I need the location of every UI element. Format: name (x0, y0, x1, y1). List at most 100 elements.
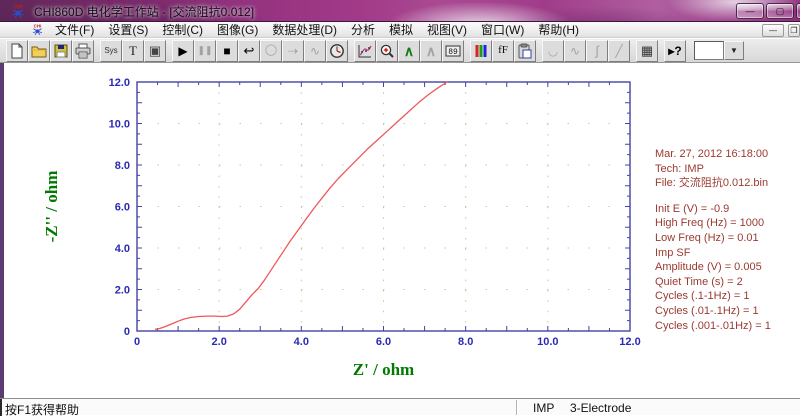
menu-item-7[interactable]: 视图(V) (420, 22, 474, 38)
pause-button: ❚❚ (194, 39, 216, 62)
color-legend-button[interactable] (470, 39, 492, 62)
x-tick-label: 4.0 (294, 336, 309, 348)
zoom-in-icon (379, 43, 395, 59)
system-setup-icon: Sys (104, 45, 118, 55)
y-tick-label: 6.0 (115, 202, 130, 214)
data-readout-icon (445, 43, 461, 59)
mdi-minimize-icon: — (769, 26, 777, 35)
info-param-line-5: Quiet Time (s) = 2 (655, 275, 743, 288)
status-help-text: 按F1获得帮助 (5, 403, 80, 417)
reverse-scan-button[interactable]: ↩ (238, 39, 260, 62)
data-grid-icon: ▦ (640, 43, 654, 58)
data-grid-button[interactable]: ▦ (636, 39, 658, 62)
menu-item-2[interactable]: 控制(C) (155, 22, 210, 38)
wave-control-button: ∿ (304, 39, 326, 62)
save-icon (53, 43, 69, 59)
peak-analysis-button[interactable]: ∧ (398, 39, 420, 62)
info-param-line-3: Imp SF (655, 246, 691, 259)
y-tick-label: 8.0 (115, 160, 130, 172)
cell-control-icon: ◯ (264, 44, 278, 56)
menu-item-5[interactable]: 分析 (344, 22, 382, 38)
menu-item-0[interactable]: 文件(F) (48, 22, 101, 38)
zoom-in-button[interactable] (376, 39, 398, 62)
derivative-button: ∿ (564, 39, 586, 62)
menu-bar: 文件(F) 设置(S) 控制(C) 图像(G) 数据处理(D) 分析 模拟 视图(V) 窗口(W… (0, 22, 800, 38)
info-header-line-1: Tech: IMP (655, 162, 704, 175)
x-axis-title: Z' / ohm (353, 360, 414, 379)
info-param-line-0: Init E (V) = -0.9 (655, 202, 730, 215)
mdi-restore-button[interactable]: ❐ (788, 24, 800, 37)
baseline-button: ╱ (608, 39, 630, 62)
peak-analysis-icon: ∧ (403, 42, 415, 59)
window-close-button[interactable] (796, 3, 800, 19)
scale-combo[interactable]: ▼ (694, 41, 744, 60)
y-tick-label: 10.0 (109, 119, 130, 131)
status-separator (516, 400, 517, 415)
stop-button[interactable]: ■ (216, 39, 238, 62)
menu-item-9[interactable]: 帮助(H) (531, 22, 586, 38)
x-tick-label: 2.0 (212, 336, 227, 348)
title-bar: CHI860D 电化学工作站 - [交流阻抗0.012] — ▢ (0, 0, 800, 22)
window-layout-button[interactable]: ▣ (144, 39, 166, 62)
window-title: CHI860D 电化学工作站 - [交流阻抗0.012] (34, 5, 255, 19)
menu-item-6[interactable]: 模拟 (382, 22, 420, 38)
mdi-minimize-button[interactable]: — (762, 24, 784, 37)
info-param-line-8: Cycles (.001-.01Hz) = 1 (655, 319, 771, 332)
app-logo-icon (11, 3, 25, 19)
open-file-button[interactable] (28, 39, 50, 62)
open-file-icon (31, 43, 47, 59)
run-experiment-icon: ▶ (178, 43, 188, 58)
step-function-icon: ⇢ (287, 43, 299, 58)
step-function-button: ⇢ (282, 39, 304, 62)
info-param-line-2: Low Freq (Hz) = 0.01 (655, 231, 759, 244)
window-maximize-button[interactable]: ▢ (766, 3, 794, 19)
baseline-icon: ╱ (615, 43, 623, 58)
y-tick-label: 4.0 (115, 243, 130, 255)
copy-to-clipboard-button[interactable] (514, 39, 536, 62)
present-data-plot-button[interactable] (354, 39, 376, 62)
menu-item-8[interactable]: 窗口(W) (474, 22, 531, 38)
scale-combo-field[interactable] (694, 41, 724, 60)
cell-control-button: ◯ (260, 39, 282, 62)
save-button[interactable] (50, 39, 72, 62)
print-icon (75, 43, 91, 59)
color-legend-icon (473, 43, 489, 59)
run-experiment-button[interactable]: ▶ (172, 39, 194, 62)
chevron-down-icon[interactable]: ▼ (724, 41, 744, 60)
status-technique: IMP (533, 401, 555, 415)
font-icon: fF (498, 44, 508, 56)
x-tick-label: 12.0 (619, 336, 640, 348)
menu-item-4[interactable]: 数据处理(D) (265, 22, 344, 38)
window-left-border (0, 63, 4, 415)
x-tick-label: 6.0 (376, 336, 391, 348)
reverse-scan-icon: ↩ (243, 43, 255, 58)
info-header-line-0: Mar. 27, 2012 16:18:00 (655, 148, 769, 160)
pause-icon: ❚❚ (197, 45, 213, 55)
font-button[interactable]: fF (492, 39, 514, 62)
text-tool-button[interactable]: T (122, 39, 144, 62)
menu-item-3[interactable]: 图像(G) (210, 22, 265, 38)
wave-control-icon: ∿ (309, 43, 321, 58)
y-tick-label: 0 (124, 326, 130, 338)
new-file-button[interactable] (6, 39, 28, 62)
menu-item-1[interactable]: 设置(S) (101, 22, 155, 38)
integration-icon: ∫ (595, 43, 599, 58)
x-tick-label: 10.0 (537, 336, 558, 348)
x-tick-label: 0 (134, 336, 140, 348)
window-minimize-button[interactable]: — (736, 3, 764, 19)
new-file-icon (9, 43, 25, 59)
status-electrode: 3-Electrode (570, 401, 632, 415)
smoothing-icon: ◡ (547, 43, 559, 58)
print-button[interactable] (72, 39, 94, 62)
info-header-line-2: File: 交流阻抗0.012.bin (655, 177, 769, 190)
y-tick-label: 2.0 (115, 285, 130, 297)
info-param-line-1: High Freq (Hz) = 1000 (655, 217, 765, 230)
system-setup-button[interactable]: Sys (100, 39, 122, 62)
context-help-button[interactable]: ▸? (664, 39, 686, 62)
window-layout-icon: ▣ (148, 43, 162, 58)
impedance-curve (154, 81, 448, 330)
info-param-line-7: Cycles (.01-.1Hz) = 1 (655, 304, 759, 317)
data-readout-button[interactable] (442, 39, 464, 62)
mdi-restore-icon: ❐ (790, 26, 798, 35)
timer-button[interactable] (326, 39, 348, 62)
